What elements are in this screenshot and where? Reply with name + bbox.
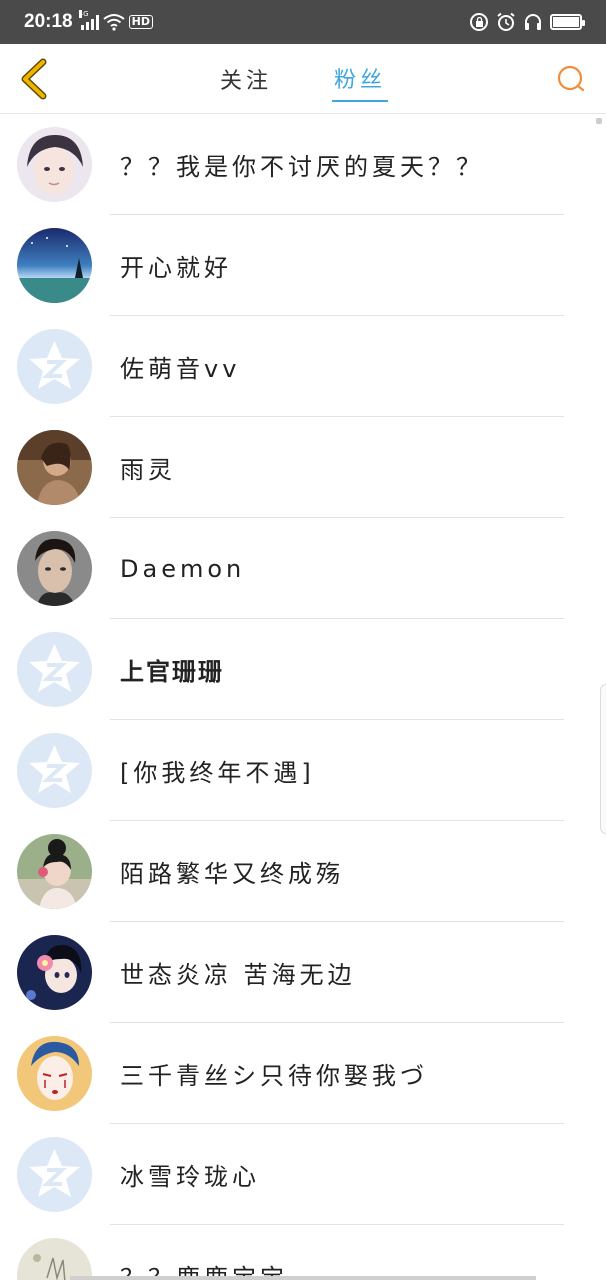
fan-name: 三千青丝シ只待你娶我づ: [120, 1062, 428, 1090]
headphones-icon: [525, 14, 541, 30]
fan-name: 冰雪玲珑心: [120, 1163, 260, 1191]
hd-icon: HD: [128, 15, 153, 29]
avatar[interactable]: [17, 1036, 92, 1111]
wifi-icon: [102, 14, 125, 31]
list-item[interactable]: 雨灵: [0, 417, 606, 518]
fan-name: 陌路繁华又终成殇: [120, 860, 344, 888]
list-item[interactable]: 冰雪玲珑心: [0, 1124, 606, 1225]
fan-name: ？？我是你不讨厌的夏天？？: [120, 153, 484, 181]
navigation-gesture-bar: [70, 1276, 536, 1280]
signal-icon: 4G: [78, 10, 99, 30]
list-item[interactable]: Daemon: [0, 518, 606, 619]
status-bar: 20:18 4G HD: [0, 0, 606, 44]
avatar[interactable]: [17, 935, 92, 1010]
fan-name: ？？鹿鹿宝宝: [120, 1264, 288, 1280]
fan-name: 世态炎凉 苦海无边: [120, 961, 356, 989]
qzone-default-icon: [17, 632, 92, 707]
list-item[interactable]: [你我终年不遇]: [0, 720, 606, 821]
battery-icon: [550, 14, 585, 30]
list-item[interactable]: ？？我是你不讨厌的夏天？？: [0, 114, 606, 215]
fan-name: 佐萌音vv: [120, 355, 241, 383]
avatar[interactable]: [17, 329, 92, 404]
fan-name: [你我终年不遇]: [120, 759, 315, 787]
qzone-default-icon: [17, 1137, 92, 1212]
list-item[interactable]: ？？鹿鹿宝宝: [0, 1225, 606, 1280]
tab-following[interactable]: 关注: [218, 57, 274, 101]
avatar[interactable]: [17, 1238, 92, 1280]
app-header: 关注 粉丝: [0, 44, 606, 114]
avatar[interactable]: [17, 531, 92, 606]
fan-name: Daemon: [120, 554, 246, 583]
avatar[interactable]: [17, 632, 92, 707]
avatar[interactable]: [17, 228, 92, 303]
search-icon: [557, 65, 585, 92]
fan-name: 开心就好: [120, 254, 232, 282]
fan-name: 上官珊珊: [120, 658, 224, 686]
status-time: 20:18: [24, 11, 73, 32]
edge-panel-handle[interactable]: [600, 684, 606, 834]
avatar[interactable]: [17, 127, 92, 202]
network-type: 4G: [78, 10, 89, 18]
fans-list: ？？我是你不讨厌的夏天？？ 开心就好 佐萌音vv 雨灵 Daemon 上官珊珊 …: [0, 114, 606, 1280]
avatar[interactable]: [17, 834, 92, 909]
alarm-icon: [497, 12, 515, 31]
qzone-default-icon: [17, 329, 92, 404]
fan-name: 雨灵: [120, 456, 176, 484]
qzone-default-icon: [17, 733, 92, 808]
list-item[interactable]: 开心就好: [0, 215, 606, 316]
list-item[interactable]: 世态炎凉 苦海无边: [0, 922, 606, 1023]
list-item[interactable]: 陌路繁华又终成殇: [0, 821, 606, 922]
list-item[interactable]: 佐萌音vv: [0, 316, 606, 417]
avatar[interactable]: [17, 430, 92, 505]
avatar[interactable]: [17, 733, 92, 808]
list-item[interactable]: 三千青丝シ只待你娶我づ: [0, 1023, 606, 1124]
avatar[interactable]: [17, 1137, 92, 1212]
tab-fans[interactable]: 粉丝: [332, 56, 389, 102]
lock-icon: [470, 13, 488, 31]
list-item[interactable]: 上官珊珊: [0, 619, 606, 720]
search-button[interactable]: [554, 62, 588, 96]
tab-bar: 关注 粉丝: [0, 44, 606, 114]
